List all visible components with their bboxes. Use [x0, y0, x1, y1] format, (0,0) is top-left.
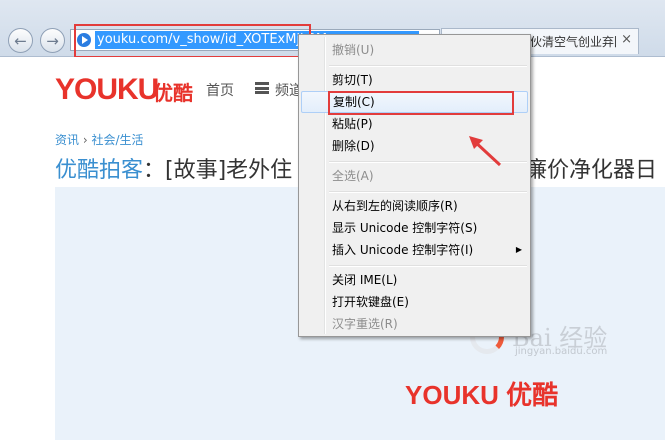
back-button[interactable]: ←: [8, 28, 33, 53]
context-menu: 撤销(U) 剪切(T) 复制(C) 粘贴(P) 删除(D) 全选(A) 从右到左…: [298, 34, 531, 337]
menu-item-close-ime[interactable]: 关闭 IME(L): [301, 269, 528, 291]
nav-home-link[interactable]: 首页: [206, 80, 234, 100]
baidu-watermark-url: jingyan.baidu.com: [515, 346, 608, 357]
menu-item-label: 粘贴(P): [332, 117, 373, 131]
menu-item-cut[interactable]: 剪切(T): [301, 69, 528, 91]
menu-item-paste[interactable]: 粘贴(P): [301, 113, 528, 135]
player-youku-logo: YOUKU 优酷: [405, 380, 559, 410]
menu-item-label: 显示 Unicode 控制字符(S): [332, 221, 478, 235]
video-title-tail: 廉价净化器日: [525, 158, 658, 183]
address-highlight-box: [74, 24, 311, 58]
menu-item-label: 撤销(U): [332, 43, 375, 57]
tab-close-icon[interactable]: ×: [621, 32, 632, 47]
menu-item-label: 删除(D): [332, 139, 375, 153]
submenu-arrow-icon: ▶: [515, 245, 522, 254]
title-main: ：[故事]老外住: [143, 158, 293, 183]
menu-item-undo[interactable]: 撤销(U): [301, 39, 528, 61]
menu-item-label: 关闭 IME(L): [332, 273, 398, 287]
menu-icon[interactable]: [255, 82, 269, 94]
youku-logo-cn[interactable]: 优酷: [153, 77, 193, 106]
breadcrumb: 资讯 › 社会/生活: [55, 131, 144, 148]
title-prefix-link[interactable]: 优酷拍客: [55, 158, 143, 183]
forward-button[interactable]: →: [40, 28, 65, 53]
menu-separator: [329, 65, 527, 67]
menu-item-label: 从右到左的阅读顺序(R): [332, 199, 458, 213]
youku-logo[interactable]: YOUKU: [55, 73, 159, 107]
pointer-arrow-icon: [469, 136, 502, 167]
menu-item-label: 插入 Unicode 控制字符(I): [332, 243, 474, 257]
menu-separator: [329, 265, 527, 267]
breadcrumb-news[interactable]: 资讯: [55, 133, 79, 147]
forward-arrow-icon: →: [46, 32, 59, 50]
breadcrumb-separator: ›: [79, 133, 92, 147]
menu-item-reconvert[interactable]: 汉字重选(R): [301, 313, 528, 335]
menu-item-label: 汉字重选(R): [332, 317, 398, 331]
menu-item-insert-unicode[interactable]: 插入 Unicode 控制字符(I) ▶: [301, 239, 528, 261]
menu-item-show-unicode[interactable]: 显示 Unicode 控制字符(S): [301, 217, 528, 239]
menu-item-rtl-reading[interactable]: 从右到左的阅读顺序(R): [301, 195, 528, 217]
menu-item-label: 全选(A): [332, 169, 374, 183]
menu-separator: [329, 191, 527, 193]
back-arrow-icon: ←: [14, 32, 27, 50]
menu-item-label: 剪切(T): [332, 73, 373, 87]
menu-item-label: 打开软键盘(E): [332, 295, 409, 309]
breadcrumb-society[interactable]: 社会/生活: [91, 133, 143, 147]
copy-highlight-box: [328, 91, 514, 115]
menu-item-soft-keyboard[interactable]: 打开软键盘(E): [301, 291, 528, 313]
video-title: 优酷拍客：[故事]老外住: [55, 152, 292, 184]
